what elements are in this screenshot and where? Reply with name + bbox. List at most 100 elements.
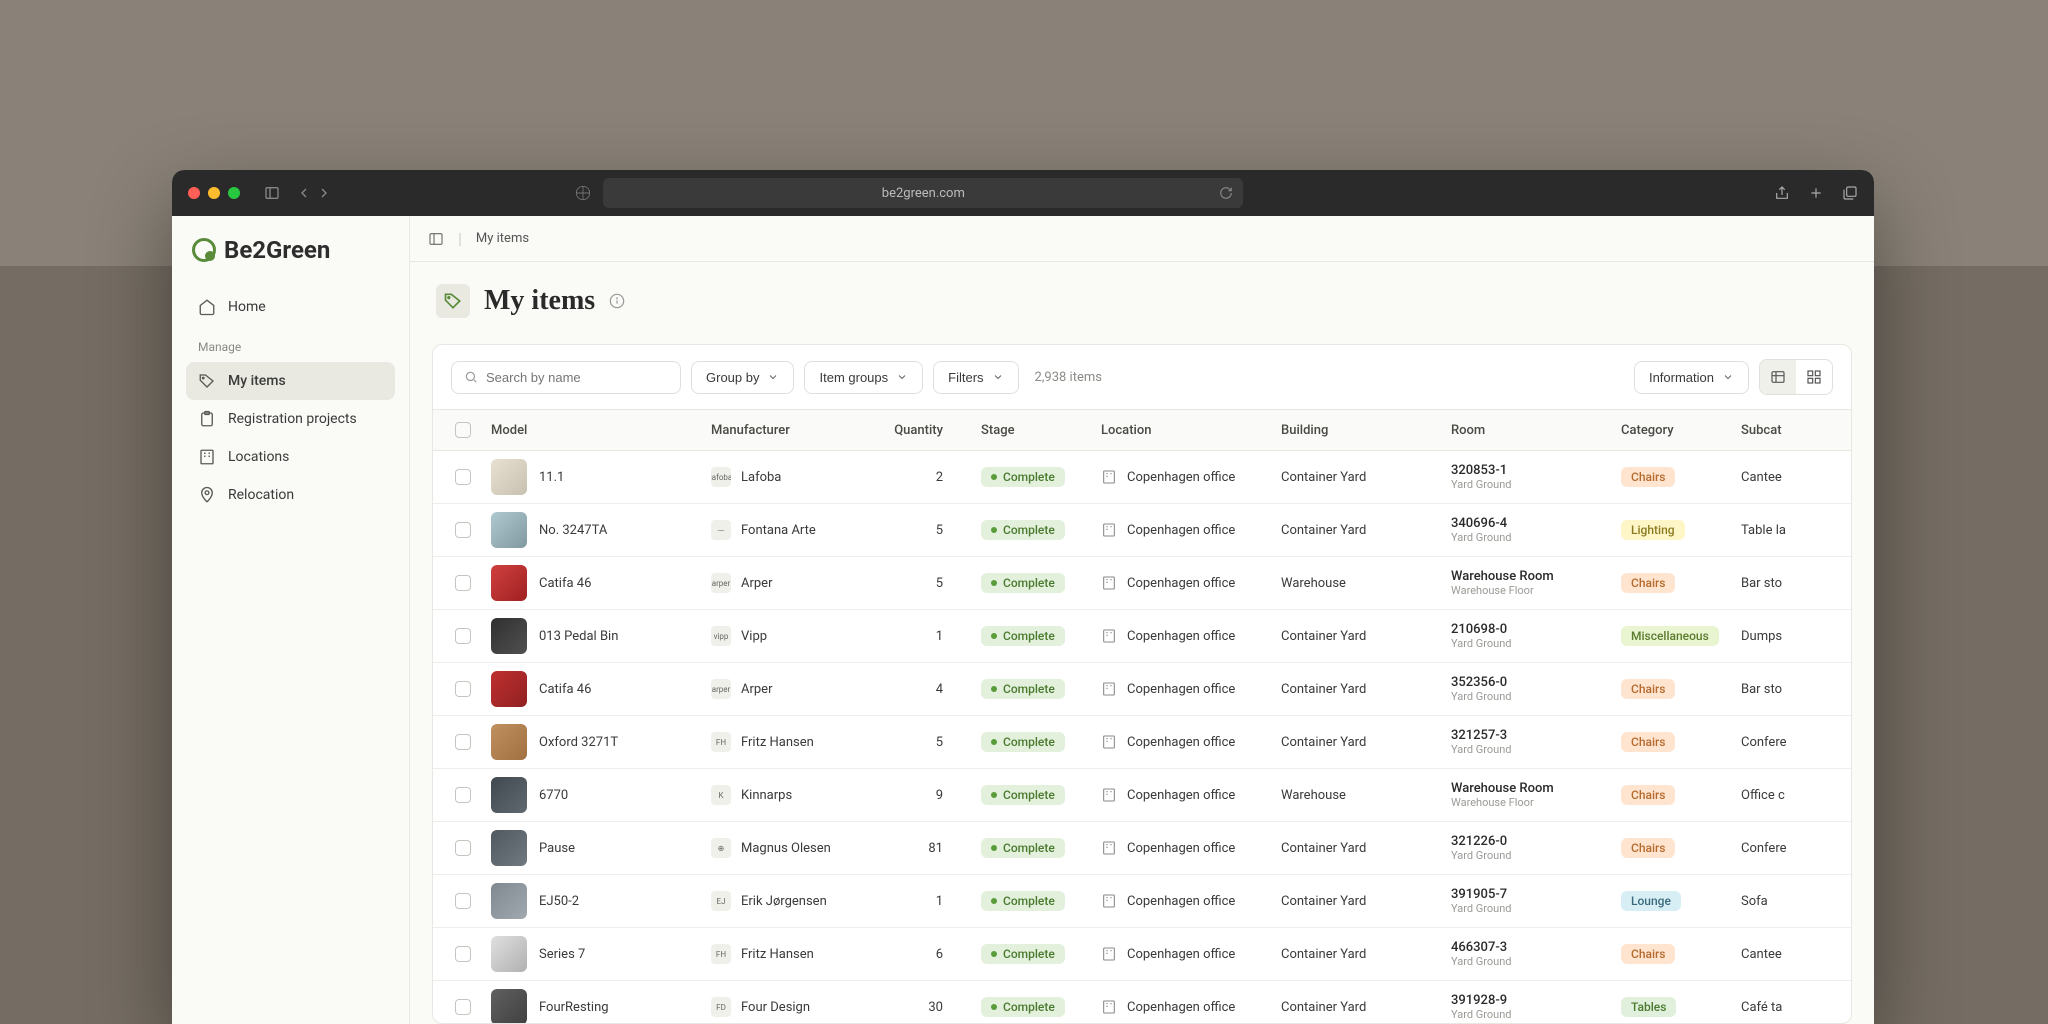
table-row[interactable]: Catifa 46 arperArper 5 Complete Copenhag… [433,557,1851,610]
col-quantity[interactable]: Quantity [881,410,971,451]
manufacturer-name: Arper [741,682,772,697]
col-room[interactable]: Room [1441,410,1611,451]
nav-label: My items [228,373,286,389]
nav-relocation[interactable]: Relocation [186,476,395,514]
building-name: Warehouse [1271,557,1441,610]
reload-icon[interactable] [1219,186,1233,200]
table-row[interactable]: Oxford 3271T FHFritz Hansen 5 Complete C… [433,716,1851,769]
table-row[interactable]: Pause ⊕Magnus Olesen 81 Complete Copenha… [433,822,1851,875]
building-name: Container Yard [1271,928,1441,981]
col-location[interactable]: Location [1091,410,1271,451]
table-row[interactable]: Series 7 FHFritz Hansen 6 Complete Copen… [433,928,1851,981]
manufacturer-name: Kinnarps [741,788,792,803]
main-content: | My items My items Group by [410,216,1874,1024]
stage-badge: Complete [981,732,1065,752]
room-id: 352356-0 [1451,675,1601,690]
sidebar-toggle-icon[interactable] [264,185,280,201]
row-checkbox[interactable] [455,522,471,538]
row-checkbox[interactable] [455,787,471,803]
col-model[interactable]: Model [481,410,701,451]
tabs-icon[interactable] [1842,185,1858,201]
search-box[interactable] [451,361,681,394]
category-tag: Chairs [1621,467,1675,487]
row-checkbox[interactable] [455,893,471,909]
room-sub: Yard Ground [1451,1008,1601,1021]
nav-registration[interactable]: Registration projects [186,400,395,438]
quantity-value: 5 [881,504,971,557]
row-checkbox[interactable] [455,681,471,697]
back-icon[interactable] [296,185,312,201]
quantity-value: 1 [881,610,971,663]
subcat-value: Office c [1731,769,1851,822]
nav-locations[interactable]: Locations [186,438,395,476]
grid-view-button[interactable] [1796,360,1832,394]
logo-icon [192,238,216,262]
close-window[interactable] [188,187,200,199]
col-subcat[interactable]: Subcat [1731,410,1851,451]
filters-label: Filters [948,370,983,385]
row-checkbox[interactable] [455,946,471,962]
group-by-button[interactable]: Group by [691,361,794,394]
table-row[interactable]: EJ50-2 EJErik Jørgensen 1 Complete Copen… [433,875,1851,928]
item-thumbnail [491,830,527,866]
building-name: Warehouse [1271,769,1441,822]
room-sub: Warehouse Floor [1451,584,1601,597]
col-stage[interactable]: Stage [971,410,1091,451]
manufacturer-name: Fritz Hansen [741,735,814,750]
table-row[interactable]: 013 Pedal Bin vippVipp 1 Complete Copenh… [433,610,1851,663]
manufacturer-logo: lafoba [711,467,731,487]
building-name: Container Yard [1271,875,1441,928]
col-building[interactable]: Building [1271,410,1441,451]
nav-home[interactable]: Home [186,288,395,326]
location-name: Copenhagen office [1127,947,1235,962]
minimize-window[interactable] [208,187,220,199]
breadcrumb[interactable]: My items [476,231,529,246]
manufacturer-logo: --- [711,520,731,540]
item-groups-label: Item groups [819,370,888,385]
share-icon[interactable] [1774,185,1790,201]
table-row[interactable]: 11.1 lafobaLafoba 2 Complete Copenhagen … [433,451,1851,504]
list-view-button[interactable] [1760,360,1796,394]
forward-icon[interactable] [316,185,332,201]
col-category[interactable]: Category [1611,410,1731,451]
information-button[interactable]: Information [1634,361,1749,394]
manufacturer-logo: K [711,785,731,805]
panel-toggle-icon[interactable] [428,231,444,247]
table-row[interactable]: FourResting FDFour Design 30 Complete Co… [433,981,1851,1024]
items-table: Model Manufacturer Quantity Stage Locati… [433,409,1851,1023]
table-header-row: Model Manufacturer Quantity Stage Locati… [433,410,1851,451]
row-checkbox[interactable] [455,575,471,591]
room-id: 466307-3 [1451,940,1601,955]
row-checkbox[interactable] [455,469,471,485]
browser-right-icons [1774,185,1858,201]
table-row[interactable]: Catifa 46 arperArper 4 Complete Copenhag… [433,663,1851,716]
quantity-value: 81 [881,822,971,875]
col-manufacturer[interactable]: Manufacturer [701,410,881,451]
maximize-window[interactable] [228,187,240,199]
info-icon[interactable] [609,293,625,309]
search-input[interactable] [486,370,668,385]
quantity-value: 4 [881,663,971,716]
chevron-down-icon [896,371,908,383]
building-icon [1101,681,1117,697]
row-checkbox[interactable] [455,734,471,750]
select-all-checkbox[interactable] [455,422,471,438]
row-checkbox[interactable] [455,840,471,856]
filters-button[interactable]: Filters [933,361,1018,394]
manufacturer-logo: EJ [711,891,731,911]
address-bar[interactable]: be2green.com [603,178,1243,208]
table-row[interactable]: 6770 KKinnarps 9 Complete Copenhagen off… [433,769,1851,822]
logo[interactable]: Be2Green [186,236,395,264]
location-name: Copenhagen office [1127,894,1235,909]
row-checkbox[interactable] [455,999,471,1015]
building-name: Container Yard [1271,610,1441,663]
row-checkbox[interactable] [455,628,471,644]
new-tab-icon[interactable] [1808,185,1824,201]
building-icon [1101,893,1117,909]
nav-my-items[interactable]: My items [186,362,395,400]
quantity-value: 6 [881,928,971,981]
table-row[interactable]: No. 3247TA ---Fontana Arte 5 Complete Co… [433,504,1851,557]
nav-label: Relocation [228,487,294,503]
item-groups-button[interactable]: Item groups [804,361,923,394]
toolbar: Group by Item groups Filters 2,938 items [433,345,1851,409]
